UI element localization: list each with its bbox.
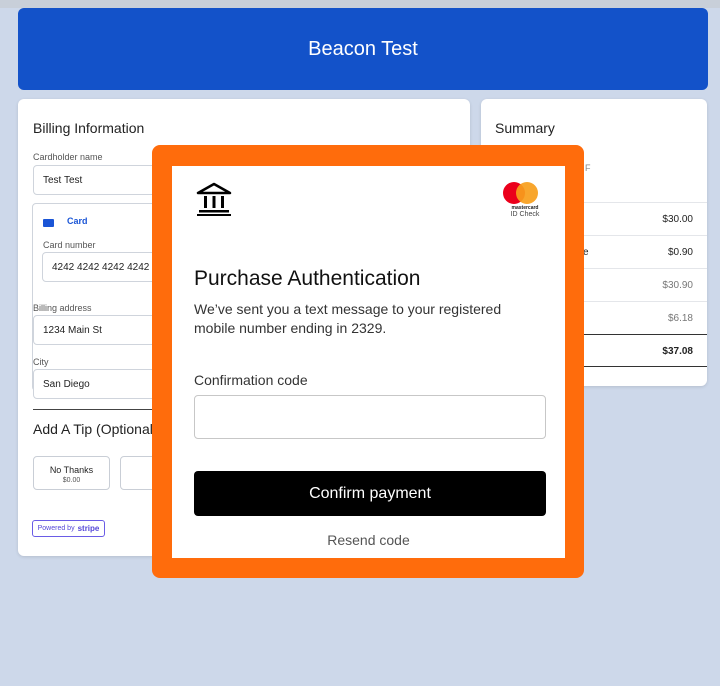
tip-option-amount: $0.00 [62, 477, 81, 484]
tip-title: Add A Tip (Optional) [33, 421, 158, 437]
mastercard-orange-circle [516, 182, 538, 204]
summary-title: Summary [495, 120, 555, 136]
billing-title: Billing Information [33, 120, 145, 136]
summary-row-value: $6.18 [667, 313, 693, 324]
card-number-value: 4242 4242 4242 4242 [52, 261, 150, 273]
resend-code-link[interactable]: Resend code [172, 532, 565, 548]
page-header: Beacon Test [18, 8, 708, 90]
city-label: City [33, 357, 49, 367]
address-value: 1234 Main St [43, 324, 102, 336]
cardholder-value: Test Test [43, 174, 83, 186]
tip-option-no-thanks[interactable]: No Thanks $0.00 [33, 456, 110, 490]
bank-icon [196, 182, 232, 216]
authentication-modal-frame: mastercard ID Check Purchase Authenticat… [152, 145, 584, 578]
window-top-strip [0, 0, 720, 8]
powered-by-text: Powered by [37, 525, 75, 532]
summary-partial-text: F [585, 163, 591, 173]
city-value: San Diego [43, 378, 90, 390]
address-label: Billing address [33, 303, 92, 313]
authentication-modal: mastercard ID Check Purchase Authenticat… [172, 166, 565, 558]
modal-message: We’ve sent you a text message to your re… [194, 301, 502, 336]
powered-by-stripe-badge[interactable]: Powered by stripe [32, 520, 105, 537]
modal-title: Purchase Authentication [194, 267, 421, 290]
tip-option-label: No Thanks [49, 465, 94, 475]
confirm-payment-button[interactable]: Confirm payment [194, 471, 546, 516]
summary-row-value: $0.90 [667, 247, 693, 258]
stripe-logo-text: stripe [77, 524, 100, 533]
mastercard-logo: mastercard ID Check [503, 180, 545, 220]
confirmation-code-input[interactable] [194, 395, 546, 439]
summary-row-value: $30.00 [662, 214, 693, 225]
summary-row-value: $30.90 [662, 280, 693, 291]
credit-card-icon [43, 219, 54, 227]
confirmation-code-label: Confirmation code [194, 372, 308, 388]
summary-total-value: $37.08 [662, 346, 693, 357]
id-check-text: ID Check [510, 211, 540, 218]
tab-card[interactable]: Card [67, 216, 88, 226]
confirm-payment-label: Confirm payment [309, 484, 431, 502]
card-number-label: Card number [43, 240, 96, 250]
cardholder-label: Cardholder name [33, 152, 103, 162]
page-title: Beacon Test [308, 37, 418, 60]
